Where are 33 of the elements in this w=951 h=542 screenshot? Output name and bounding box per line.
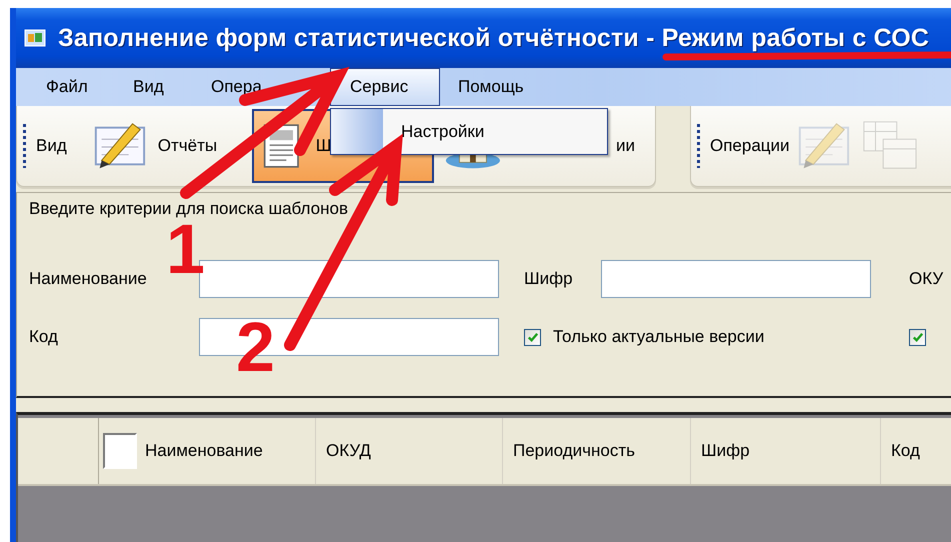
field-label: Шифр (524, 269, 574, 289)
column-header[interactable]: Шифр (691, 418, 881, 484)
menu-item[interactable]: Помощь (440, 68, 540, 106)
menu-item[interactable]: Вид (115, 68, 193, 106)
checkbox-label: Только актуальные версии (553, 327, 764, 347)
column-header[interactable]: Код (881, 418, 951, 484)
toolbar-title: Операции (710, 136, 790, 156)
app-icon (24, 28, 46, 48)
menu-item[interactable]: Файл (28, 68, 115, 106)
annotation-number: 1 (166, 220, 205, 280)
window-title: Заполнение форм статистической отчётности - Режим работы с СОС (58, 24, 930, 52)
annotation-number: 2 (236, 318, 275, 378)
field-label: ОКУ (909, 269, 944, 289)
search-caption: Введите критерии для поиска шаблонов (29, 199, 349, 219)
field-label: Код (29, 327, 59, 347)
checkmark-icon (526, 330, 540, 344)
input-field[interactable] (601, 260, 871, 298)
column-header[interactable]: ОКУД (316, 418, 503, 484)
menu-item[interactable]: Сервис (330, 68, 440, 106)
checkbox[interactable] (103, 433, 137, 469)
menu-gutter (331, 109, 383, 154)
toolbar-title: Вид (36, 136, 67, 156)
checkbox[interactable] (524, 328, 541, 346)
toolbar-grip[interactable] (697, 124, 700, 168)
menu-item[interactable]: Настройки (383, 109, 607, 154)
checkmark-icon (910, 330, 924, 344)
column-header[interactable]: Периодичность (503, 418, 691, 484)
menu-item[interactable]: Опера (193, 68, 330, 106)
checkbox[interactable] (909, 328, 926, 346)
toolbar-button[interactable]: Отчёты (82, 109, 252, 183)
column-header[interactable]: Наименование (141, 418, 316, 484)
toolbar-grip[interactable] (23, 124, 26, 168)
field-label: Наименование (29, 269, 148, 289)
